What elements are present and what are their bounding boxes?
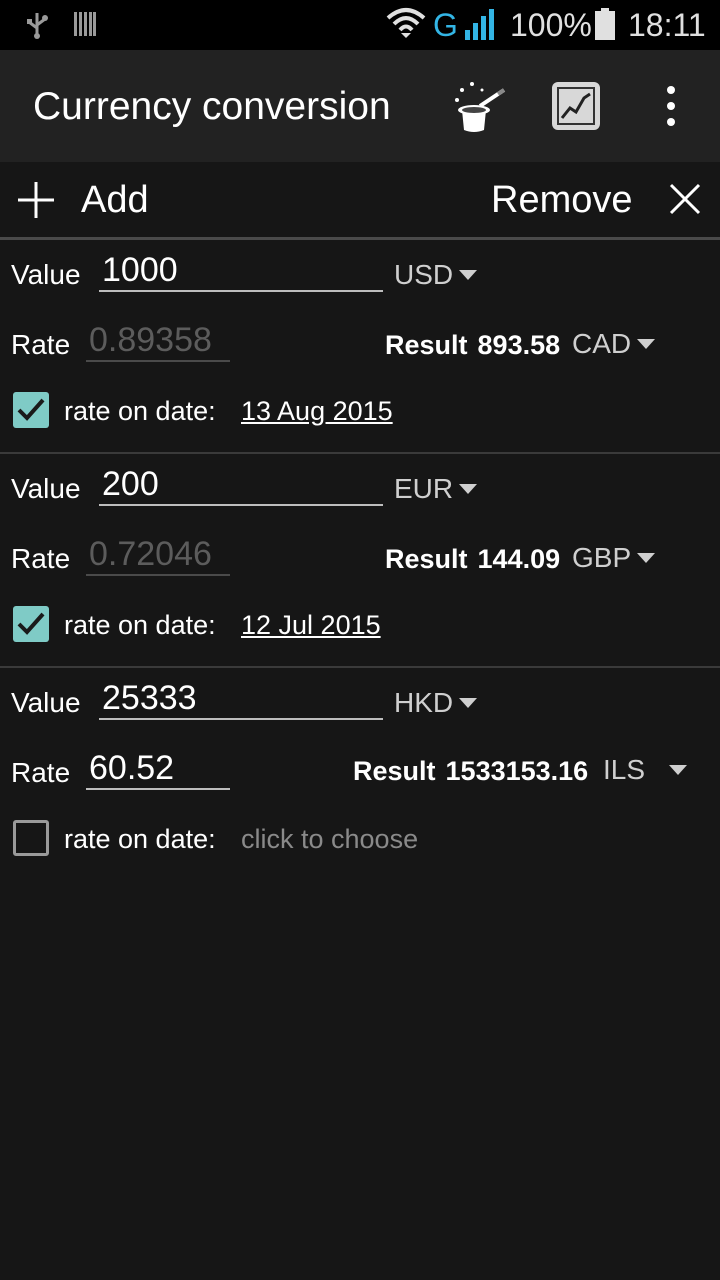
plus-icon <box>18 182 54 218</box>
result-block: Result 893.58 <box>385 328 560 362</box>
value-text: 25333 <box>102 679 197 717</box>
battery-icon <box>595 8 615 40</box>
to-currency-select[interactable]: CAD <box>572 327 656 361</box>
clock: 18:11 <box>628 7 706 43</box>
result-block: Result 144.09 <box>385 542 560 576</box>
overflow-menu-icon[interactable] <box>656 84 686 128</box>
rate-label: Rate <box>11 329 71 360</box>
result-label: Result <box>385 330 468 360</box>
conversion-row: Value 1000 USD Rate 0.89358 Result 893.58… <box>0 240 720 454</box>
chart-button[interactable] <box>552 82 600 130</box>
result-label: Result <box>385 544 468 574</box>
rate-on-date-label: rate on date: <box>64 824 216 854</box>
status-bar: G 100% 18:11 <box>0 0 720 50</box>
date-picker-link[interactable]: click to choose <box>241 822 418 856</box>
result-value: 893.58 <box>477 330 561 360</box>
value-text: 200 <box>102 465 159 503</box>
from-currency-text: HKD <box>394 687 454 718</box>
to-currency-select[interactable]: GBP <box>572 541 656 575</box>
edit-toolbar: Add Remove <box>0 162 720 240</box>
magic-wand-hat-icon[interactable] <box>452 80 508 134</box>
rate-on-date-checkbox[interactable] <box>13 606 49 642</box>
remove-button[interactable]: Remove <box>480 172 710 230</box>
date-picker-link[interactable]: 13 Aug 2015 <box>241 394 393 428</box>
check-icon <box>17 398 45 421</box>
result-value: 144.09 <box>477 544 561 574</box>
chevron-down-icon <box>669 764 688 775</box>
storage-icon <box>74 12 96 36</box>
value-label: Value <box>11 259 81 290</box>
to-currency-text: GBP <box>572 542 632 573</box>
from-currency-text: EUR <box>394 473 454 504</box>
close-icon <box>669 183 701 215</box>
network-type: G <box>433 7 458 43</box>
check-icon <box>17 612 45 635</box>
conversion-row: Value 25333 HKD Rate 60.52 Result 1533153… <box>0 668 720 882</box>
rate-on-date-label: rate on date: <box>64 610 216 640</box>
chart-icon <box>557 87 595 125</box>
remove-label: Remove <box>491 179 633 221</box>
rate-text: 0.89358 <box>89 321 212 359</box>
from-currency-select[interactable]: USD <box>394 258 478 292</box>
rate-text: 60.52 <box>89 749 175 787</box>
from-currency-text: USD <box>394 259 454 290</box>
to-currency-text: ILS <box>603 754 646 785</box>
value-label: Value <box>11 473 81 504</box>
value-text: 1000 <box>102 251 178 289</box>
result-block: Result 1533153.16 <box>353 754 588 788</box>
chevron-down-icon <box>459 269 478 280</box>
rate-on-date-checkbox[interactable] <box>13 392 49 428</box>
to-currency-select[interactable]: ILS <box>603 753 688 787</box>
result-label: Result <box>353 756 436 786</box>
to-currency-text: CAD <box>572 328 632 359</box>
rate-on-date-checkbox[interactable] <box>13 820 49 856</box>
from-currency-select[interactable]: HKD <box>394 686 478 720</box>
value-input[interactable]: 1000 <box>99 244 383 292</box>
chevron-down-icon <box>637 338 656 349</box>
value-input[interactable]: 200 <box>99 458 383 506</box>
rate-input[interactable]: 0.89358 <box>86 314 230 362</box>
add-label: Add <box>81 179 149 221</box>
usb-icon <box>27 13 48 39</box>
conversion-row: Value 200 EUR Rate 0.72046 Result 144.09 … <box>0 454 720 668</box>
rate-label: Rate <box>11 757 71 788</box>
value-label: Value <box>11 687 81 718</box>
value-input[interactable]: 25333 <box>99 672 383 720</box>
add-button[interactable]: Add <box>12 172 172 230</box>
rate-input[interactable]: 60.52 <box>86 742 230 790</box>
date-picker-link[interactable]: 12 Jul 2015 <box>241 608 381 642</box>
action-bar: Currency conversion <box>0 50 720 162</box>
rate-on-date-label: rate on date: <box>64 396 216 426</box>
wifi-icon <box>386 8 426 38</box>
rate-label: Rate <box>11 543 71 574</box>
result-value: 1533153.16 <box>445 756 589 786</box>
rate-text: 0.72046 <box>89 535 212 573</box>
rate-input[interactable]: 0.72046 <box>86 528 230 576</box>
chevron-down-icon <box>637 552 656 563</box>
chevron-down-icon <box>459 483 478 494</box>
signal-icon <box>465 9 494 40</box>
from-currency-select[interactable]: EUR <box>394 472 478 506</box>
battery-level: 100% <box>510 7 592 43</box>
chevron-down-icon <box>459 697 478 708</box>
page-title: Currency conversion <box>33 85 391 128</box>
